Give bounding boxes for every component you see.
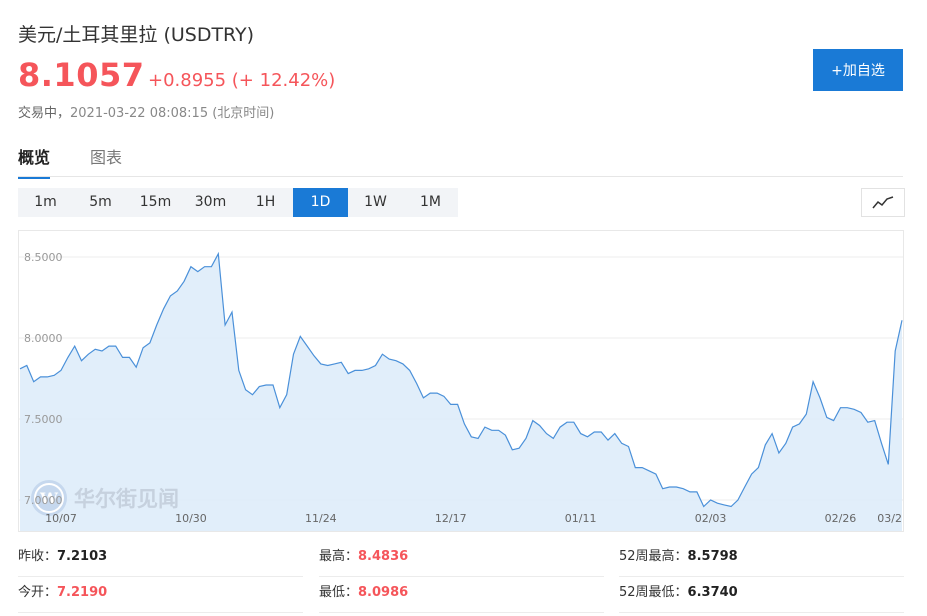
stat-label: 最高： <box>319 549 359 564</box>
period-1w[interactable]: 1W <box>348 188 403 217</box>
period-5m[interactable]: 5m <box>73 188 128 217</box>
x-tick-label: 01/11 <box>565 512 597 525</box>
chart-type-button[interactable] <box>861 188 905 217</box>
y-tick-label: 7.0000 <box>24 494 63 507</box>
x-tick-label: 03/2 <box>877 512 902 525</box>
stat-value: 8.5798 <box>687 549 738 564</box>
x-tick-label: 02/26 <box>825 512 857 525</box>
stat-52w-high: 52周最高：8.5798 <box>619 540 904 577</box>
x-tick-label: 12/17 <box>435 512 467 525</box>
stats-row: 今开：7.2190 最低：8.0986 52周最低：6.3740 <box>18 576 904 613</box>
trading-status: 交易中，2021-03-22 08:08:15 (北京时间) <box>18 102 274 121</box>
stat-low: 最低：8.0986 <box>319 576 604 613</box>
stat-value: 7.2190 <box>57 585 108 600</box>
period-selector: 1m 5m 15m 30m 1H 1D 1W 1M <box>18 188 458 217</box>
status-label: 交易中， <box>18 106 71 121</box>
tab-overview[interactable]: 概览 <box>18 144 51 179</box>
period-1M[interactable]: 1M <box>403 188 458 217</box>
price-change: +0.8955 (+ 12.42%) <box>148 70 336 91</box>
period-15m[interactable]: 15m <box>128 188 183 217</box>
x-tick-label: 10/30 <box>175 512 207 525</box>
y-tick-label: 8.0000 <box>24 332 63 345</box>
chart-svg: W 华尔街见闻 8.50008.00007.50007.000010/07 10/… <box>18 230 904 532</box>
y-tick-label: 8.5000 <box>24 251 63 264</box>
period-1m[interactable]: 1m <box>18 188 73 217</box>
stat-label: 52周最低： <box>619 585 688 600</box>
price-chart[interactable]: W 华尔街见闻 8.5000 8.0000 7.5000 7.0000 10/07 10/… <box>18 230 904 532</box>
watermark-text: 华尔街见闻 <box>74 486 179 511</box>
stat-open: 今开：7.2190 <box>18 576 303 613</box>
stat-value: 6.3740 <box>687 585 738 600</box>
stat-high: 最高：8.4836 <box>319 540 604 577</box>
period-1d[interactable]: 1D <box>293 188 348 217</box>
stat-label: 昨收： <box>18 549 58 564</box>
stat-label: 52周最高： <box>619 549 688 564</box>
stat-52w-low: 52周最低：6.3740 <box>619 576 904 613</box>
stat-value: 8.4836 <box>358 549 409 564</box>
tab-bar: 概览 图表 <box>18 140 903 179</box>
x-tick-label: 10/07 <box>45 512 77 525</box>
line-chart-icon <box>872 195 894 208</box>
stat-prev-close: 昨收：7.2103 <box>18 540 303 577</box>
period-1h[interactable]: 1H <box>238 188 293 217</box>
stats-row: 昨收：7.2103 最高：8.4836 52周最高：8.5798 <box>18 540 904 577</box>
tab-chart[interactable]: 图表 <box>90 144 122 177</box>
period-30m[interactable]: 30m <box>183 188 238 217</box>
add-to-watchlist-button[interactable]: +加自选 <box>813 49 903 91</box>
page-title: 美元/土耳其里拉 (USDTRY) <box>18 24 255 46</box>
stat-value: 8.0986 <box>358 585 409 600</box>
stat-value: 7.2103 <box>57 549 108 564</box>
timestamp: 2021-03-22 08:08:15 (北京时间) <box>70 106 275 121</box>
x-tick-label: 02/03 <box>695 512 727 525</box>
x-tick-label: 11/24 <box>305 512 337 525</box>
y-tick-label: 7.5000 <box>24 413 63 426</box>
stat-label: 今开： <box>18 585 58 600</box>
stat-label: 最低： <box>319 585 359 600</box>
current-price: 8.1057 <box>18 56 145 94</box>
